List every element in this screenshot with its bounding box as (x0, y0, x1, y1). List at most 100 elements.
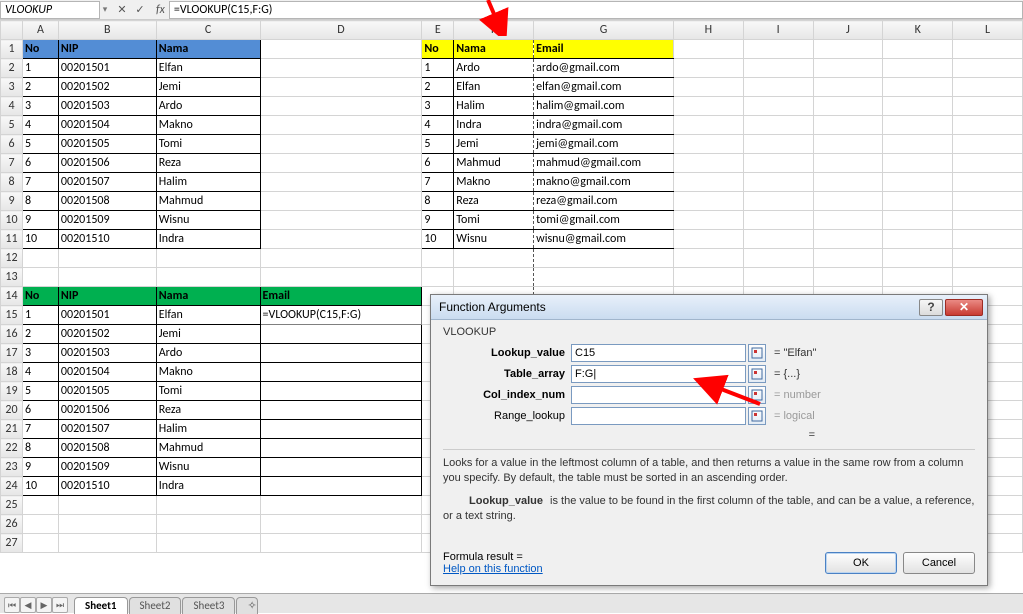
cell-D1[interactable] (260, 40, 422, 59)
cell-E9[interactable]: 8 (422, 192, 454, 211)
cell-H7[interactable] (674, 154, 744, 173)
cell-A27[interactable] (22, 534, 58, 553)
cell-F5[interactable]: Indra (454, 116, 534, 135)
col-header-K[interactable]: K (883, 21, 953, 40)
cell-A25[interactable] (22, 496, 58, 515)
cell-F3[interactable]: Elfan (454, 78, 534, 97)
cell-K6[interactable] (883, 135, 953, 154)
cell-G12[interactable] (534, 249, 674, 268)
sheet-tab-sheet1[interactable]: Sheet1 (74, 597, 128, 614)
row-header-23[interactable]: 23 (1, 458, 23, 477)
cell-B16[interactable]: 00201502 (58, 325, 156, 344)
cell-F12[interactable] (454, 249, 534, 268)
cell-I11[interactable] (743, 230, 813, 249)
cell-L11[interactable] (953, 230, 1023, 249)
cell-C14[interactable]: Nama (156, 287, 260, 306)
cell-A20[interactable]: 6 (22, 401, 58, 420)
cell-A1[interactable]: No (22, 40, 58, 59)
cell-I6[interactable] (743, 135, 813, 154)
arg-input-lookup_value[interactable]: C15 (571, 344, 746, 362)
cell-C4[interactable]: Ardo (156, 97, 260, 116)
sheet-tab-sheet2[interactable]: Sheet2 (129, 597, 182, 614)
cell-L6[interactable] (953, 135, 1023, 154)
cell-H3[interactable] (674, 78, 744, 97)
cell-A15[interactable]: 1 (22, 306, 58, 325)
cell-B3[interactable]: 00201502 (58, 78, 156, 97)
cell-I10[interactable] (743, 211, 813, 230)
cell-D12[interactable] (260, 249, 422, 268)
cell-K2[interactable] (883, 59, 953, 78)
cell-I7[interactable] (743, 154, 813, 173)
cell-G3[interactable]: elfan@gmail.com (534, 78, 674, 97)
cell-C11[interactable]: Indra (156, 230, 260, 249)
row-header-7[interactable]: 7 (1, 154, 23, 173)
tab-nav-last[interactable]: ⏭ (52, 597, 68, 613)
cell-H10[interactable] (674, 211, 744, 230)
cell-A24[interactable]: 10 (22, 477, 58, 496)
cell-A17[interactable]: 3 (22, 344, 58, 363)
cell-B4[interactable]: 00201503 (58, 97, 156, 116)
cell-G1[interactable]: Email (534, 40, 674, 59)
cell-L1[interactable] (953, 40, 1023, 59)
row-header-14[interactable]: 14 (1, 287, 23, 306)
cell-A2[interactable]: 1 (22, 59, 58, 78)
cell-K7[interactable] (883, 154, 953, 173)
cell-K13[interactable] (883, 268, 953, 287)
row-header-11[interactable]: 11 (1, 230, 23, 249)
cell-A16[interactable]: 2 (22, 325, 58, 344)
cell-I2[interactable] (743, 59, 813, 78)
row-header-17[interactable]: 17 (1, 344, 23, 363)
cell-C18[interactable]: Makno (156, 363, 260, 382)
cell-E5[interactable]: 4 (422, 116, 454, 135)
row-header-5[interactable]: 5 (1, 116, 23, 135)
cell-D2[interactable] (260, 59, 422, 78)
cell-B18[interactable]: 00201504 (58, 363, 156, 382)
cell-K1[interactable] (883, 40, 953, 59)
row-header-16[interactable]: 16 (1, 325, 23, 344)
row-header-13[interactable]: 13 (1, 268, 23, 287)
col-header-A[interactable]: A (22, 21, 58, 40)
cell-I12[interactable] (743, 249, 813, 268)
cell-H6[interactable] (674, 135, 744, 154)
cell-J5[interactable] (813, 116, 883, 135)
cell-C7[interactable]: Reza (156, 154, 260, 173)
arg-input-range_lookup[interactable] (571, 407, 746, 425)
cell-C13[interactable] (156, 268, 260, 287)
cell-B24[interactable]: 00201510 (58, 477, 156, 496)
cell-B5[interactable]: 00201504 (58, 116, 156, 135)
cell-E6[interactable]: 5 (422, 135, 454, 154)
cell-D10[interactable] (260, 211, 422, 230)
cell-E2[interactable]: 1 (422, 59, 454, 78)
cell-K10[interactable] (883, 211, 953, 230)
cell-D13[interactable] (260, 268, 422, 287)
row-header-19[interactable]: 19 (1, 382, 23, 401)
cell-K4[interactable] (883, 97, 953, 116)
cell-C8[interactable]: Halim (156, 173, 260, 192)
cell-B13[interactable] (58, 268, 156, 287)
cell-B11[interactable]: 00201510 (58, 230, 156, 249)
cell-D7[interactable] (260, 154, 422, 173)
cell-B7[interactable]: 00201506 (58, 154, 156, 173)
cell-F7[interactable]: Mahmud (454, 154, 534, 173)
row-header-21[interactable]: 21 (1, 420, 23, 439)
row-header-25[interactable]: 25 (1, 496, 23, 515)
cell-I9[interactable] (743, 192, 813, 211)
cell-D17[interactable] (260, 344, 422, 363)
row-header-4[interactable]: 4 (1, 97, 23, 116)
cell-C2[interactable]: Elfan (156, 59, 260, 78)
row-header-24[interactable]: 24 (1, 477, 23, 496)
row-header-6[interactable]: 6 (1, 135, 23, 154)
cell-A8[interactable]: 7 (22, 173, 58, 192)
name-box-dropdown[interactable]: ▾ (100, 4, 110, 15)
cell-D11[interactable] (260, 230, 422, 249)
cell-D21[interactable] (260, 420, 422, 439)
cell-D4[interactable] (260, 97, 422, 116)
row-header-2[interactable]: 2 (1, 59, 23, 78)
cell-C17[interactable]: Ardo (156, 344, 260, 363)
cell-A3[interactable]: 2 (22, 78, 58, 97)
cell-D22[interactable] (260, 439, 422, 458)
ok-button[interactable]: OK (825, 552, 897, 574)
cell-J1[interactable] (813, 40, 883, 59)
cell-A23[interactable]: 9 (22, 458, 58, 477)
col-header-H[interactable]: H (674, 21, 744, 40)
